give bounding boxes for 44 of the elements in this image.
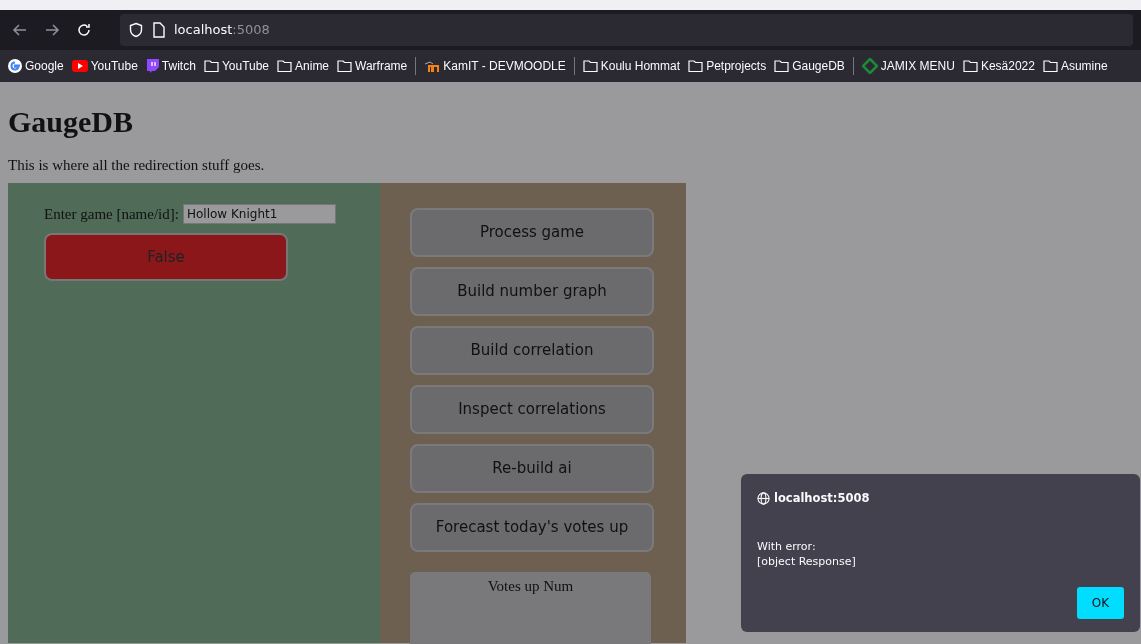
ok-button[interactable]: OK xyxy=(1077,587,1124,620)
hat-icon xyxy=(424,60,441,72)
field-label: Enter game [name/id]: xyxy=(44,204,179,224)
address-bar[interactable]: localhost:5008 xyxy=(120,14,1133,46)
bookmark-link[interactable]: Twitch xyxy=(161,57,196,75)
google-icon xyxy=(8,59,22,73)
folder-icon xyxy=(337,60,353,72)
action-button[interactable]: Build number graph xyxy=(410,266,654,316)
action-button[interactable]: Re-build ai xyxy=(410,443,654,493)
folder-icon xyxy=(962,60,978,72)
intro-text: This is where all the redirection stuff goes. xyxy=(8,156,266,175)
folder-icon xyxy=(582,60,598,72)
action-button[interactable]: Forecast today's votes up xyxy=(410,502,654,552)
bookmark-link[interactable]: Petprojects xyxy=(706,57,767,75)
game-input[interactable]: Hollow Knight1 xyxy=(182,203,336,224)
bookmark-link[interactable]: GaugeDB xyxy=(792,57,845,75)
shield-icon xyxy=(128,22,144,38)
action-button[interactable]: Process game xyxy=(410,207,654,257)
dialog-origin: localhost:5008 xyxy=(774,490,870,507)
folder-icon xyxy=(688,60,704,72)
bookmark-link[interactable]: Asumine xyxy=(1060,57,1108,75)
bookmark-link[interactable]: KamIT - DEVMOODLE xyxy=(443,57,566,75)
votes-title: Votes up Num xyxy=(487,577,574,594)
action-button[interactable]: Inspect correlations xyxy=(410,384,654,434)
bookmark-link[interactable]: JAMIX MENU xyxy=(880,57,955,75)
dialog-message: With error: [object Response] xyxy=(757,539,857,570)
folder-icon xyxy=(203,60,219,72)
folder-icon xyxy=(277,60,293,72)
bookmark-link[interactable]: Google xyxy=(25,57,64,75)
bookmark-link[interactable]: Koulu Hommat xyxy=(600,57,681,75)
url-text: localhost:5008 xyxy=(174,21,270,40)
bookmark-link[interactable]: Anime xyxy=(295,57,330,75)
chat-bubble-icon xyxy=(145,59,159,73)
play-icon xyxy=(71,60,88,72)
folder-icon xyxy=(1042,60,1058,72)
page-icon xyxy=(152,22,166,38)
folder-icon xyxy=(774,60,790,72)
bookmark-link[interactable]: Warframe xyxy=(355,57,408,75)
action-button[interactable]: Build correlation xyxy=(410,325,654,375)
page-title: GaugeDB xyxy=(8,104,134,140)
bookmark-link[interactable]: YouTube xyxy=(221,57,270,75)
globe-icon xyxy=(757,492,770,506)
bookmark-link[interactable]: Kesä2022 xyxy=(980,57,1035,75)
bookmark-link[interactable]: YouTube xyxy=(90,57,138,75)
